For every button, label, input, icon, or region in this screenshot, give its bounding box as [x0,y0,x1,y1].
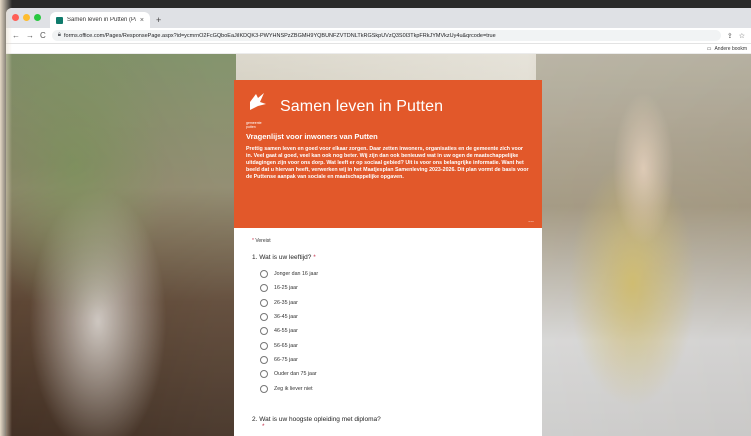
logo-text: gemeente putten [246,121,262,129]
question-1-options: Jonger dan 16 jaar 16-25 jaar 26-35 jaar… [260,267,524,396]
header-title-row: gemeente putten Samen leven in Putten [246,90,530,129]
form-intro: Prettig samen leven en goed voor elkaar … [246,146,529,180]
url-field[interactable]: 🔒︎ forms.office.com/Pages/ResponsePage.a… [51,30,721,41]
reload-button[interactable]: C [40,31,46,40]
question-2-label: 2. Wat is uw hoogste opleiding met diplo… [252,416,381,430]
option-label: 56-65 jaar [274,342,298,349]
option-label: Zeg ik liever niet [274,385,313,392]
minimize-window-button[interactable] [23,14,30,21]
radio-button[interactable] [260,355,268,364]
close-tab-icon[interactable]: × [140,17,144,24]
bookmark-star-icon[interactable]: ☆ [739,32,745,40]
new-tab-button[interactable]: + [156,15,161,25]
left-edge-shadow [0,0,12,436]
option-label: 26-35 jaar [274,299,298,306]
logo-mark-icon [250,93,266,110]
required-label: Vereist [255,238,271,244]
more-options-icon[interactable]: ... [528,217,534,224]
window-controls [12,14,41,21]
device-frame: Samen leven in Putten (Pagin × + ← → C 🔒… [0,0,751,436]
page-background: gemeente putten Samen leven in Putten Vr… [6,54,751,436]
required-note: * Vereist [252,238,524,244]
question-2-required-star: * [262,423,265,430]
form-header: gemeente putten Samen leven in Putten Vr… [234,80,542,228]
tab-bar: Samen leven in Putten (Pagin × + [6,8,751,28]
toolbar-actions: ⇪ ☆ [727,32,745,40]
question-2-text: 2. Wat is uw hoogste opleiding met diplo… [252,416,381,423]
age-option[interactable]: 16-25 jaar [260,281,524,295]
form-body: * Vereist 1. Wat is uw leeftijd? * Jonge… [234,228,542,436]
url-text: forms.office.com/Pages/ResponsePage.aspx… [63,32,496,39]
question-1-required-star: * [313,254,316,261]
age-option[interactable]: Jonger dan 16 jaar [260,267,524,281]
gemeente-putten-logo: gemeente putten [246,90,270,129]
age-option[interactable]: 56-65 jaar [260,338,524,352]
forms-icon [56,16,63,24]
option-label: 46-55 jaar [274,328,298,335]
form-subtitle: Vragenlijst voor inwoners van Putten [246,132,378,141]
share-icon[interactable]: ⇪ [727,32,733,40]
close-window-button[interactable] [12,14,19,21]
radio-button[interactable] [260,384,268,393]
option-label: 66-75 jaar [274,356,298,363]
age-option[interactable]: 66-75 jaar [260,353,524,367]
age-option[interactable]: Zeg ik liever niet [260,381,524,395]
age-option[interactable]: 26-35 jaar [260,296,524,310]
radio-button[interactable] [260,284,268,293]
lock-icon: 🔒︎ [57,32,61,38]
back-button[interactable]: ← [12,31,20,40]
folder-icon: ▭ [706,45,712,52]
question-1-label: 1. Wat is uw leeftijd? * [252,254,524,261]
radio-button[interactable] [260,270,268,279]
option-label: Ouder dan 75 jaar [274,371,317,378]
background-photo-left [6,54,236,436]
other-bookmarks[interactable]: Andere bookm [714,46,747,52]
browser-tab[interactable]: Samen leven in Putten (Pagin × [50,12,150,28]
question-1-text: 1. Wat is uw leeftijd? [252,254,312,261]
browser-window: Samen leven in Putten (Pagin × + ← → C 🔒… [6,8,751,436]
required-star: * [252,238,254,244]
background-photo-right [536,54,751,436]
radio-button[interactable] [260,298,268,307]
forward-button[interactable]: → [26,31,34,40]
option-label: 36-45 jaar [274,314,298,321]
bookmarks-bar: ▭ Andere bookm [6,44,751,54]
age-option[interactable]: 46-55 jaar [260,324,524,338]
radio-button[interactable] [260,370,268,379]
radio-button[interactable] [260,327,268,336]
option-label: 16-25 jaar [274,285,298,292]
form-card: gemeente putten Samen leven in Putten Vr… [234,80,542,436]
address-bar: ← → C 🔒︎ forms.office.com/Pages/Response… [6,28,751,44]
age-option[interactable]: Ouder dan 75 jaar [260,367,524,381]
option-label: Jonger dan 16 jaar [274,271,319,278]
tab-title: Samen leven in Putten (Pagin [67,17,136,23]
age-option[interactable]: 36-45 jaar [260,310,524,324]
radio-button[interactable] [260,341,268,350]
form-title: Samen leven in Putten [280,98,444,115]
radio-button[interactable] [260,313,268,322]
maximize-window-button[interactable] [34,14,41,21]
